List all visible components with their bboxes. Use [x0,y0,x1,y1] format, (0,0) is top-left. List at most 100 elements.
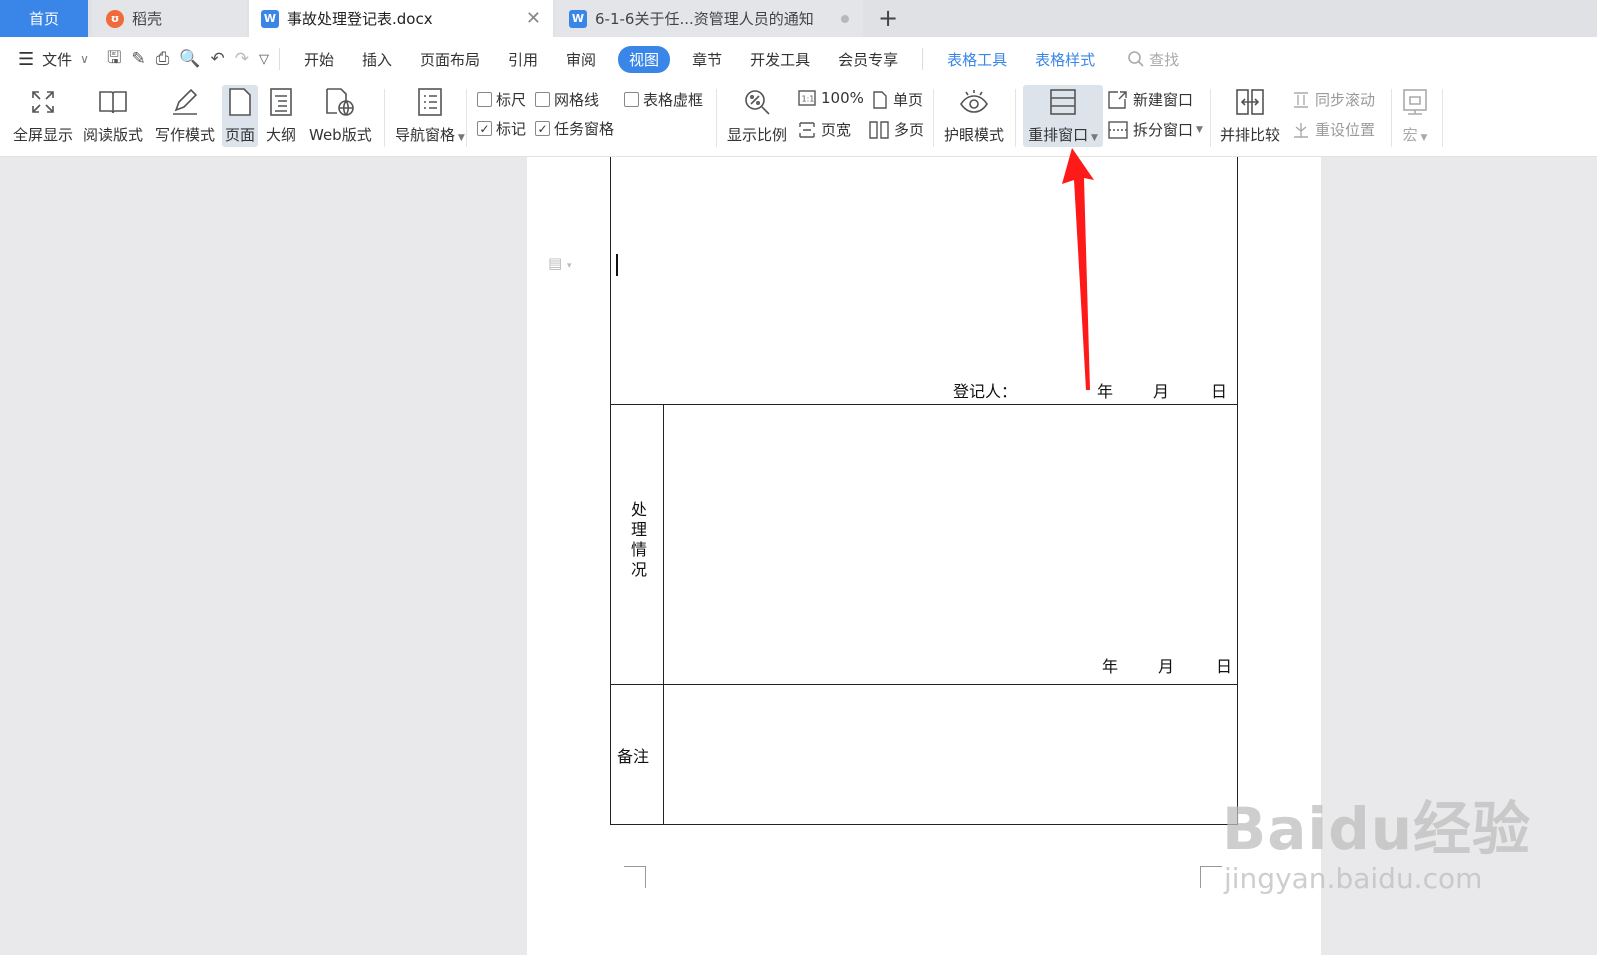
close-icon[interactable]: ✕ [526,8,541,29]
page-view-button[interactable]: 页面 [222,85,259,147]
watermark-url: jingyan.baidu.com [1224,862,1483,895]
divider [278,48,280,70]
menu-page-layout[interactable]: 页面布局 [420,49,480,70]
gridlines-checkbox[interactable]: 网格线 [535,89,599,110]
red-arrow-annotation [1062,148,1094,390]
fullscreen-label: 全屏显示 [13,126,74,144]
menu-table-tools[interactable]: 表格工具 [947,49,1007,70]
menu-chapter[interactable]: 章节 [692,49,722,70]
page-width-label: 页宽 [821,121,852,139]
macro-text: 宏 [1402,126,1418,144]
menu-references[interactable]: 引用 [508,49,538,70]
ruler-label: 标尺 [496,91,527,109]
eye-icon [960,90,988,113]
tab-document-2-label: 6-1-6关于任...资管理人员的通知 [595,10,814,28]
menu-view[interactable]: 视图 [618,45,671,73]
navigation-pane-icon [418,88,442,116]
markup-checkbox[interactable]: ✓ 标记 [477,118,526,139]
zoom-button[interactable]: 显示比例 [727,85,787,145]
zoom-100-label: 100% [821,89,864,107]
menu-table-style[interactable]: 表格样式 [1035,49,1095,70]
one-to-one-icon: 1:1 [798,90,816,106]
new-tab-button[interactable]: + [878,4,898,32]
menu-developer[interactable]: 开发工具 [750,49,810,70]
menu-review[interactable]: 审阅 [566,49,596,70]
sync-scroll-button[interactable]: 同步滚动 [1292,89,1375,110]
crop-mark [1200,866,1222,888]
tab-document-label: 事故处理登记表.docx [287,10,433,28]
tab-document-active[interactable]: W 事故处理登记表.docx ✕ [249,0,553,37]
menu-start[interactable]: 开始 [304,49,334,70]
file-menu-button[interactable]: ☰ 文件 ∨ [18,49,89,70]
document-workspace[interactable]: ▤ ▾ 登记人： 年 月 日 处理情况 年 月 日 备注 Baidu经验 jin… [0,157,1597,955]
multi-page-button[interactable]: 多页 [869,119,924,140]
tab-document-2[interactable]: W 6-1-6关于任...资管理人员的通知 [555,0,863,37]
macro-label: 宏 ▼ [1403,124,1428,145]
page-icon [229,88,251,116]
print-preview-icon[interactable]: 🔍 [179,49,200,69]
single-page-button[interactable]: 单页 [872,89,923,110]
fullscreen-button[interactable]: 全屏显示 [13,85,73,145]
zoom-100-button[interactable]: 1:1 100% [798,89,864,107]
rearrange-windows-icon [1050,89,1076,115]
multi-page-label: 多页 [894,121,925,139]
print-icon[interactable]: ⎙ [156,49,170,69]
rearrange-windows-button[interactable]: 重排窗口 ▼ [1023,85,1103,147]
tab-home-label: 首页 [28,10,59,28]
tab-daoke-label: 稻壳 [132,10,163,28]
new-window-icon [1108,90,1128,109]
tab-daoke[interactable]: ʊ 稻壳 [92,0,247,37]
daoke-icon: ʊ [106,9,124,28]
eye-protection-button[interactable]: 护眼模式 [944,85,1004,145]
customize-chevron-icon[interactable]: ▽ [259,52,269,67]
web-layout-button[interactable]: Web版式 [309,85,372,145]
navigation-pane-label: 导航窗格 ▼ [395,124,465,145]
side-by-side-button[interactable]: 并排比较 [1220,85,1280,145]
format-painter-icon[interactable]: ✎ [131,49,145,69]
month-label: 月 [1158,657,1175,676]
registrar-label: 登记人： [953,382,1018,401]
ruler-checkbox[interactable]: 标尺 [477,89,526,110]
save-icon[interactable]: 🖫 [107,45,121,74]
web-page-icon [326,88,355,116]
accident-registration-table[interactable]: 登记人： 年 月 日 处理情况 年 月 日 备注 [610,157,1238,825]
divider [933,89,934,147]
macro-button[interactable]: 宏 ▼ [1400,85,1430,145]
table-gridlines-checkbox[interactable]: 表格虚框 [624,89,703,110]
task-pane-checkbox[interactable]: ✓ 任务窗格 [535,118,614,139]
redo-icon[interactable]: ↷ [235,49,249,69]
rearrange-windows-label: 重排窗口 ▼ [1028,124,1098,145]
reading-layout-label: 阅读版式 [83,126,144,144]
reading-layout-button[interactable]: 阅读版式 [83,85,143,145]
undo-icon[interactable]: ↶ [210,49,224,69]
side-by-side-label: 并排比较 [1220,126,1281,144]
navigation-pane-text: 导航窗格 [395,126,456,144]
checkbox-checked: ✓ [477,121,492,136]
reset-position-button[interactable]: 重设位置 [1292,119,1375,140]
checkbox-unchecked [477,92,492,107]
table-gridlines-label: 表格虚框 [643,91,704,109]
split-window-button[interactable]: 拆分窗口 ▼ [1108,119,1203,140]
paragraph-options-icon[interactable]: ▤ ▾ [548,254,571,272]
menu-member[interactable]: 会员专享 [838,49,898,70]
menu-insert[interactable]: 插入 [362,49,392,70]
writing-mode-label: 写作模式 [155,126,216,144]
writing-mode-button[interactable]: 写作模式 [155,85,215,145]
markup-label: 标记 [496,120,527,138]
search-box[interactable]: 查找 [1127,49,1179,70]
tab-home[interactable]: 首页 [0,0,88,37]
sync-scroll-label: 同步滚动 [1315,91,1376,109]
new-window-button[interactable]: 新建窗口 [1108,89,1193,110]
table-row-handling[interactable]: 处理情况 年 月 日 [611,405,1237,685]
page-width-button[interactable]: 页宽 [798,119,851,140]
crop-mark [624,866,646,888]
side-by-side-icon [1236,89,1264,115]
navigation-pane-button[interactable]: 导航窗格 ▼ [395,85,465,145]
zoom-label: 显示比例 [727,126,788,144]
divider [466,89,467,147]
table-row-registration[interactable]: 登记人： 年 月 日 [611,157,1237,405]
outline-icon [270,88,292,116]
table-row-remarks[interactable]: 备注 [611,685,1237,824]
outline-view-button[interactable]: 大纲 [266,85,296,145]
quick-access-toolbar: 🖫 ✎ ⎙ 🔍 ↶ ↷ ▽ [107,45,269,74]
